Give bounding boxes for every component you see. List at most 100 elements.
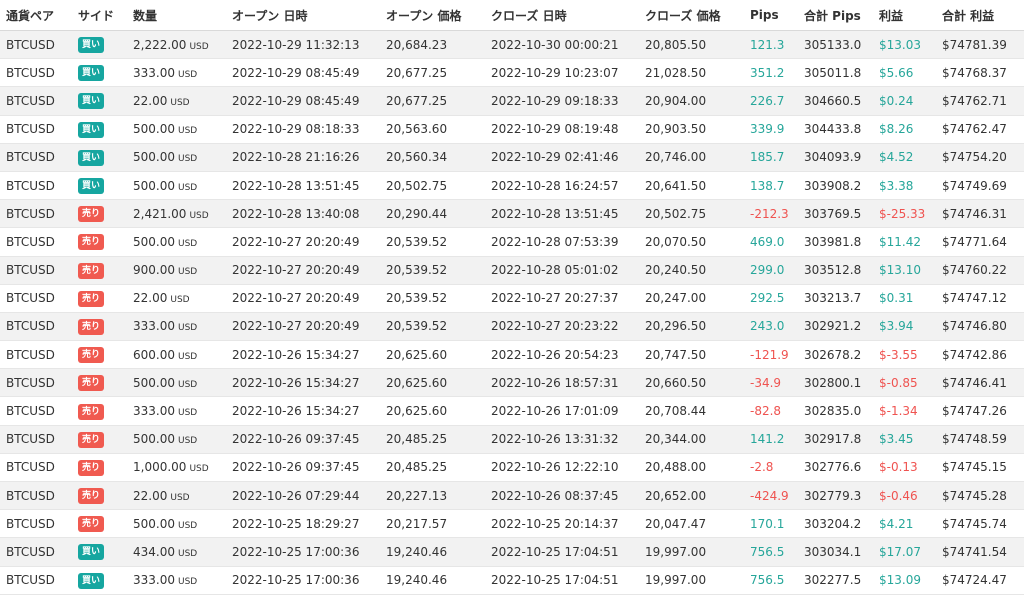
cell-pair: BTCUSD bbox=[0, 537, 72, 567]
cell-total-profit: $74762.47 bbox=[936, 115, 1024, 144]
cell-pair: BTCUSD bbox=[0, 227, 72, 257]
cell-total-pips: 302776.6 bbox=[798, 453, 873, 483]
side-badge: 買い bbox=[78, 65, 105, 82]
cell-side: 売り bbox=[72, 199, 127, 229]
cell-quantity: 500.00 USD bbox=[127, 171, 226, 201]
cell-total-pips: 303769.5 bbox=[798, 199, 873, 229]
cell-total-pips: 305133.0 bbox=[798, 30, 873, 60]
quantity-unit: USD bbox=[178, 436, 198, 447]
header-total-profit[interactable]: 合計 利益 bbox=[936, 0, 1024, 31]
cell-open-time: 2022-10-26 09:37:45 bbox=[226, 453, 380, 483]
cell-quantity: 2,421.00 USD bbox=[127, 199, 226, 229]
cell-pair: BTCUSD bbox=[0, 396, 72, 426]
side-badge: 売り bbox=[78, 431, 105, 448]
cell-open-time: 2022-10-25 17:00:36 bbox=[226, 566, 380, 595]
cell-total-pips: 304433.8 bbox=[798, 115, 873, 144]
header-side[interactable]: サイド bbox=[72, 0, 127, 31]
quantity-value: 600.00 bbox=[133, 347, 175, 362]
cell-open-price: 20,625.60 bbox=[380, 368, 485, 398]
quantity-value: 900.00 bbox=[133, 263, 175, 278]
cell-side: 買い bbox=[72, 115, 127, 144]
table-row: BTCUSD 売り 22.00 USD 2022-10-26 07:29:44 20,22… bbox=[0, 481, 1024, 511]
quantity-unit: USD bbox=[178, 323, 198, 334]
cell-total-pips: 303908.2 bbox=[798, 171, 873, 201]
table-row: BTCUSD 買い 500.00 USD 2022-10-29 08:18:33 20,5… bbox=[0, 115, 1024, 144]
quantity-value: 22.00 bbox=[133, 488, 168, 503]
header-close-price[interactable]: クローズ 価格 bbox=[639, 0, 744, 31]
table-row: BTCUSD 買い 434.00 USD 2022-10-25 17:00:36 19,2… bbox=[0, 537, 1024, 567]
cell-total-profit: $74746.31 bbox=[936, 199, 1024, 229]
side-badge: 売り bbox=[78, 403, 105, 420]
cell-open-time: 2022-10-25 17:00:36 bbox=[226, 537, 380, 567]
cell-pair: BTCUSD bbox=[0, 566, 72, 595]
cell-close-time: 2022-10-26 12:22:10 bbox=[485, 453, 639, 483]
quantity-value: 333.00 bbox=[133, 65, 175, 80]
cell-open-price: 20,677.25 bbox=[380, 58, 485, 88]
cell-side: 売り bbox=[72, 509, 127, 539]
quantity-unit: USD bbox=[178, 351, 198, 362]
cell-close-time: 2022-10-28 07:53:39 bbox=[485, 227, 639, 257]
cell-close-price: 20,904.00 bbox=[639, 86, 744, 116]
cell-total-pips: 302917.8 bbox=[798, 425, 873, 454]
cell-total-pips: 302835.0 bbox=[798, 396, 873, 426]
header-open-price[interactable]: オープン 価格 bbox=[380, 0, 485, 31]
cell-close-price: 20,805.50 bbox=[639, 30, 744, 60]
cell-profit: $3.38 bbox=[873, 171, 936, 201]
header-quantity[interactable]: 数量 bbox=[127, 0, 226, 31]
cell-total-profit: $74745.15 bbox=[936, 453, 1024, 483]
header-profit[interactable]: 利益 bbox=[873, 0, 936, 31]
quantity-value: 333.00 bbox=[133, 319, 175, 334]
cell-close-price: 20,641.50 bbox=[639, 171, 744, 201]
header-pips[interactable]: Pips bbox=[744, 0, 798, 31]
cell-total-pips: 303213.7 bbox=[798, 284, 873, 313]
cell-open-price: 20,485.25 bbox=[380, 425, 485, 454]
cell-pips: 292.5 bbox=[744, 284, 798, 313]
cell-profit: $0.31 bbox=[873, 284, 936, 313]
cell-profit: $-25.33 bbox=[873, 199, 936, 229]
cell-open-price: 20,290.44 bbox=[380, 199, 485, 229]
cell-pips: 243.0 bbox=[744, 312, 798, 342]
cell-close-price: 20,502.75 bbox=[639, 199, 744, 229]
quantity-unit: USD bbox=[189, 210, 209, 221]
cell-close-time: 2022-10-26 13:31:32 bbox=[485, 425, 639, 454]
cell-pips: 170.1 bbox=[744, 509, 798, 539]
cell-pips: 185.7 bbox=[744, 143, 798, 172]
cell-open-time: 2022-10-27 20:20:49 bbox=[226, 227, 380, 257]
cell-close-time: 2022-10-25 17:04:51 bbox=[485, 537, 639, 567]
header-pair[interactable]: 通貨ペア bbox=[0, 0, 72, 31]
cell-close-time: 2022-10-30 00:00:21 bbox=[485, 30, 639, 60]
cell-open-price: 20,502.75 bbox=[380, 171, 485, 201]
cell-quantity: 500.00 USD bbox=[127, 368, 226, 398]
cell-open-price: 19,240.46 bbox=[380, 537, 485, 567]
cell-quantity: 434.00 USD bbox=[127, 537, 226, 567]
cell-close-time: 2022-10-29 08:19:48 bbox=[485, 115, 639, 144]
cell-quantity: 333.00 USD bbox=[127, 396, 226, 426]
cell-close-time: 2022-10-27 20:23:22 bbox=[485, 312, 639, 342]
table-row: BTCUSD 売り 333.00 USD 2022-10-27 20:20:49 20,5… bbox=[0, 312, 1024, 342]
cell-pair: BTCUSD bbox=[0, 425, 72, 454]
quantity-unit: USD bbox=[170, 492, 190, 503]
header-close-time[interactable]: クローズ 日時 bbox=[485, 0, 639, 31]
cell-pips: 351.2 bbox=[744, 58, 798, 88]
cell-profit: $4.52 bbox=[873, 143, 936, 172]
cell-close-time: 2022-10-25 17:04:51 bbox=[485, 566, 639, 595]
cell-pips: -34.9 bbox=[744, 368, 798, 398]
cell-open-time: 2022-10-28 13:40:08 bbox=[226, 199, 380, 229]
header-open-time[interactable]: オープン 日時 bbox=[226, 0, 380, 31]
quantity-unit: USD bbox=[178, 408, 198, 419]
cell-side: 買い bbox=[72, 143, 127, 172]
cell-close-price: 20,660.50 bbox=[639, 368, 744, 398]
cell-close-price: 20,047.47 bbox=[639, 509, 744, 539]
cell-open-price: 20,217.57 bbox=[380, 509, 485, 539]
cell-close-time: 2022-10-29 02:41:46 bbox=[485, 143, 639, 172]
quantity-value: 500.00 bbox=[133, 375, 175, 390]
cell-side: 買い bbox=[72, 86, 127, 116]
cell-quantity: 500.00 USD bbox=[127, 115, 226, 144]
header-total-pips[interactable]: 合計 Pips bbox=[798, 0, 873, 31]
cell-side: 買い bbox=[72, 30, 127, 60]
cell-close-time: 2022-10-27 20:27:37 bbox=[485, 284, 639, 313]
cell-profit: $-0.85 bbox=[873, 368, 936, 398]
cell-profit: $8.26 bbox=[873, 115, 936, 144]
cell-close-price: 20,747.50 bbox=[639, 340, 744, 370]
cell-quantity: 500.00 USD bbox=[127, 143, 226, 172]
